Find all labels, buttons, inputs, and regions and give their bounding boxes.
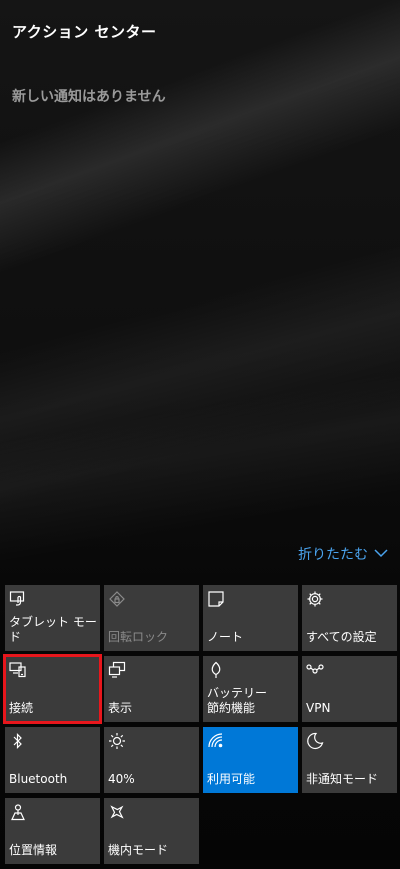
- tile-brightness[interactable]: 40%: [104, 727, 199, 793]
- bluetooth-icon: [9, 732, 27, 750]
- tile-label: 位置情報: [9, 843, 58, 857]
- quiet-hours-icon: [306, 732, 324, 750]
- tile-label: すべての設定: [306, 630, 377, 644]
- tile-label: タブレット モード: [9, 615, 97, 644]
- tile-project[interactable]: 表示: [104, 656, 199, 722]
- tile-label: 機内モード: [108, 843, 169, 857]
- chevron-down-icon: [374, 546, 388, 562]
- location-icon: [9, 803, 27, 821]
- tile-airplane-mode[interactable]: 機内モード: [104, 798, 199, 864]
- tile-tablet-mode[interactable]: タブレット モード: [5, 585, 100, 651]
- tablet-mode-icon: [9, 590, 27, 608]
- quick-actions-grid: タブレット モード 回転ロック ノート すべての設定 接続 表示 バッテリー 節…: [3, 585, 397, 864]
- tile-rotation-lock[interactable]: 回転ロック: [104, 585, 199, 651]
- tile-label: VPN: [306, 701, 331, 715]
- no-notifications-text: 新しい通知はありません: [12, 89, 166, 105]
- tile-all-settings[interactable]: すべての設定: [302, 585, 397, 651]
- tile-label: バッテリー 節約機能: [207, 686, 268, 715]
- tile-bluetooth[interactable]: Bluetooth: [5, 727, 100, 793]
- project-icon: [108, 661, 126, 679]
- note-icon: [207, 590, 225, 608]
- airplane-icon: [108, 803, 126, 821]
- tile-label: 表示: [108, 701, 133, 715]
- tile-connect[interactable]: 接続: [3, 654, 102, 724]
- tile-label: 40%: [108, 772, 135, 786]
- tile-quiet-hours[interactable]: 非通知モード: [302, 727, 397, 793]
- page-title: アクション センター: [12, 23, 157, 41]
- tile-label: 非通知モード: [306, 772, 379, 786]
- battery-saver-icon: [207, 661, 225, 679]
- vpn-icon: [306, 661, 324, 679]
- tile-label: Bluetooth: [9, 772, 68, 786]
- tile-vpn[interactable]: VPN: [302, 656, 397, 722]
- tile-label: 回転ロック: [108, 630, 169, 644]
- tile-location[interactable]: 位置情報: [5, 798, 100, 864]
- tile-label: 接続: [9, 701, 34, 715]
- gear-icon: [306, 590, 324, 608]
- collapse-label: 折りたたむ: [298, 547, 368, 563]
- tile-battery-saver[interactable]: バッテリー 節約機能: [203, 656, 298, 722]
- wifi-icon: [207, 732, 225, 750]
- tile-label: 利用可能: [207, 772, 256, 786]
- connect-icon: [9, 661, 27, 679]
- collapse-button[interactable]: 折りたたむ: [298, 544, 388, 564]
- tile-label: ノート: [207, 630, 244, 644]
- tile-note[interactable]: ノート: [203, 585, 298, 651]
- rotation-lock-icon: [108, 590, 126, 608]
- tile-wifi[interactable]: 利用可能: [203, 727, 298, 793]
- brightness-icon: [108, 732, 126, 750]
